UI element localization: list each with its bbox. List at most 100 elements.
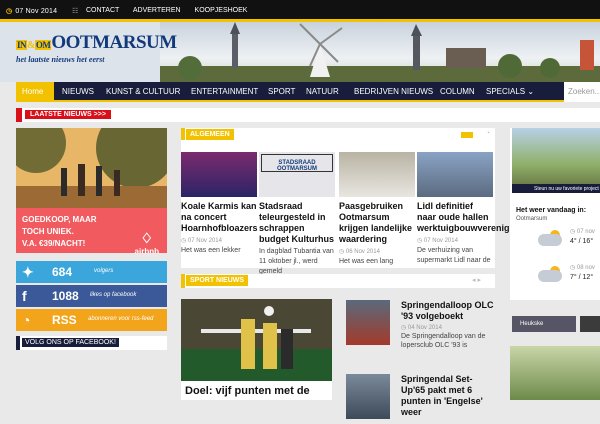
logo-prefix-top: IN xyxy=(16,40,28,50)
rss-label: abonneren voor rss-feed xyxy=(88,316,154,322)
nav-sport[interactable]: SPORT xyxy=(268,87,295,96)
nav-specials[interactable]: SPECIALS ⌄ xyxy=(486,87,534,96)
weather-banner-text[interactable]: Steun nu uw favoriete project xyxy=(512,184,600,193)
news-card-title[interactable]: Lidl definitief naar oude hallen werktui… xyxy=(417,201,523,234)
news-card-title[interactable]: Paasgebruiken Ootmarsum krijgen landelij… xyxy=(339,201,415,245)
news-card-excerpt: De verhuizing van supermarkt Lidl naar d… xyxy=(417,247,491,264)
sport-list-item[interactable]: Springendal Set-Up'65 pakt met 6 punten … xyxy=(346,374,496,424)
news-card-image xyxy=(417,152,493,197)
nav-entertainment[interactable]: ENTERTAINMENT xyxy=(191,87,258,96)
news-card-image xyxy=(181,152,257,197)
rss-icon: ◔ xyxy=(22,312,31,328)
sport-list-date: ◷ 04 Nov 2014 xyxy=(401,325,442,331)
sport-list-title[interactable]: Springendal Set-Up'65 pakt met 6 punten … xyxy=(401,374,496,418)
right-small-banner[interactable] xyxy=(580,316,600,332)
ad-footer: GOEDKOOP, MAAR TOCH UNIEK. V.A. €39/NACH… xyxy=(16,208,167,253)
news-card-image xyxy=(339,152,415,197)
top-menu-adverteren[interactable]: ADVERTEREN xyxy=(133,7,181,14)
top-menu-koopjeshoek[interactable]: KOOPJESHOEK xyxy=(195,7,248,14)
ad-photo xyxy=(16,128,167,208)
weather-location: Ootmarsum xyxy=(516,216,548,222)
ad-text-line1: GOEDKOOP, MAAR xyxy=(22,215,97,224)
sport-featured-title[interactable]: Doel: vijf punten met de xyxy=(185,385,310,397)
stadsraad-logo: STADSRAAD OOTMARSUM xyxy=(261,154,333,172)
news-card[interactable]: Paasgebruiken Ootmarsum krijgen landelij… xyxy=(339,152,415,267)
news-card[interactable]: Lidl definitief naar oude hallen werktui… xyxy=(417,152,523,266)
right-sidebar-banner[interactable]: Heukske xyxy=(510,316,600,332)
news-card[interactable]: STADSRAAD OOTMARSUM Stadsraad teleurgest… xyxy=(259,152,335,277)
sport-list-item[interactable]: Springendalloop OLC '93 volgeboekt ◷ 04 … xyxy=(346,300,496,350)
pager-dots[interactable] xyxy=(461,132,473,138)
news-card[interactable]: Koale Karmis kan na concert Hoarnhofbloa… xyxy=(181,152,258,256)
ad-text-line2: TOCH UNIEK. xyxy=(22,227,74,236)
logo-amp: & xyxy=(27,40,35,51)
news-card-title[interactable]: Stadsraad teleurgesteld in schrappen bud… xyxy=(259,201,335,245)
current-date: ◷ 07 Nov 2014 xyxy=(6,7,57,15)
nav-specials-label: SPECIALS xyxy=(486,87,526,96)
news-card-date: ◷ 06 Nov 2014 xyxy=(339,249,380,255)
airbnb-brand-text: airbnb xyxy=(134,247,159,253)
sport-featured[interactable]: Doel: vijf punten met de xyxy=(181,299,332,400)
weather-heading: Het weer vandaag in: xyxy=(516,207,587,214)
twitter-count: 684 xyxy=(52,265,73,279)
top-menu-contact[interactable]: CONTACT xyxy=(86,7,119,14)
nav-natuur[interactable]: NATUUR xyxy=(306,87,339,96)
pager-arrows[interactable]: ◂ ▸ xyxy=(472,276,481,284)
top-menu: CONTACT ADVERTEREN KOOPJESHOEK xyxy=(86,7,259,14)
facebook-icon: f xyxy=(22,288,27,304)
news-card-date-text: 07 Nov 2014 xyxy=(187,238,222,244)
news-card-date-text: 06 Nov 2014 xyxy=(345,249,380,255)
sport-list-title[interactable]: Springendalloop OLC '93 volgeboekt xyxy=(401,300,496,322)
search-input[interactable]: Zoeken... xyxy=(564,82,600,102)
news-card-excerpt: In dagblad Tubantia van 11 oktober jl., … xyxy=(259,248,334,275)
facebook-counter[interactable]: f 1088 likes op facebook xyxy=(16,285,167,307)
sport-list-date-text: 04 Nov 2014 xyxy=(407,325,442,331)
nav-bedrijven-nieuws[interactable]: BEDRIJVEN NIEUWS xyxy=(354,87,433,96)
airbnb-ad[interactable]: GOEDKOOP, MAAR TOCH UNIEK. V.A. €39/NACH… xyxy=(16,128,167,253)
site-header: IN&OMOOTMARSUM het laatste nieuws het ee… xyxy=(0,22,600,82)
nav-column[interactable]: COLUMN xyxy=(440,87,475,96)
heukske-banner[interactable]: Heukske xyxy=(512,316,576,332)
news-card-title[interactable]: Koale Karmis kan na concert Hoarnhofbloa… xyxy=(181,201,258,234)
cloud-icon xyxy=(538,270,562,282)
nav-home[interactable]: Home xyxy=(16,82,54,102)
nav-nieuws[interactable]: NIEUWS xyxy=(62,87,94,96)
rss-count: RSS xyxy=(52,313,77,327)
right-sidebar-image[interactable] xyxy=(510,346,600,400)
header-banner-image xyxy=(160,22,600,82)
ticker-strip xyxy=(167,108,600,122)
weather-banner-image[interactable] xyxy=(512,128,600,184)
twitter-label: volgers xyxy=(94,268,114,274)
date-text: 07 Nov 2014 xyxy=(15,8,58,15)
rss-counter[interactable]: ◔ RSS abonneren voor rss-feed xyxy=(16,309,167,331)
ticker-label: LAATSTE NIEUWS >>> xyxy=(25,110,111,119)
facebook-follow-box[interactable]: VOLG ONS OP FACEBOOK! xyxy=(16,336,167,350)
facebook-follow-label: VOLG ONS OP FACEBOOK! xyxy=(22,338,119,347)
news-card-excerpt: Het was een lang xyxy=(339,258,394,265)
nav-kunst-cultuur[interactable]: KUNST & CULTUUR xyxy=(106,87,180,96)
weather-day-temp: 7° / 12° xyxy=(570,274,594,281)
section-header-sport: SPORT NIEUWS ◂ ▸ xyxy=(181,274,495,288)
news-card-date: ◷ 07 Nov 2014 xyxy=(417,238,458,244)
chevron-down-icon: ⌄ xyxy=(527,87,535,96)
volleyball-image xyxy=(181,299,332,381)
street-scene-image xyxy=(16,128,167,208)
clock-icon: ◷ xyxy=(6,8,13,15)
weather-day-date: ◷ 08 nov xyxy=(570,265,595,271)
section-title-algemeen[interactable]: ALGEMEEN xyxy=(186,129,234,140)
rss-small-icon[interactable]: ◔ xyxy=(486,130,490,137)
logo-prefix-bottom: OM xyxy=(34,40,52,50)
weather-day: ◷ 07 nov 4° / 16° xyxy=(516,228,600,258)
top-menu-toggle-icon[interactable]: ☷ xyxy=(72,7,78,15)
section-title-sport[interactable]: SPORT NIEUWS xyxy=(186,275,249,286)
site-logo[interactable]: IN&OMOOTMARSUM het laatste nieuws het ee… xyxy=(16,32,177,64)
facebook-label: likes op facebook xyxy=(90,292,137,298)
twitter-counter[interactable]: ✦ 684 volgers xyxy=(16,261,167,283)
sport-list-excerpt: De Springendalloop van de lopersclub OLC… xyxy=(401,333,486,349)
weather-day: ◷ 08 nov 7° / 12° xyxy=(516,264,600,294)
logo-tagline: het laatste nieuws het eerst xyxy=(16,55,105,64)
ad-text: GOEDKOOP, MAAR TOCH UNIEK. V.A. €39/NACH… xyxy=(22,214,97,250)
news-card-excerpt: Het was een lekker xyxy=(181,247,241,254)
main-nav: Home NIEUWS KUNST & CULTUUR ENTERTAINMEN… xyxy=(16,82,600,102)
cloud-icon xyxy=(538,234,562,246)
